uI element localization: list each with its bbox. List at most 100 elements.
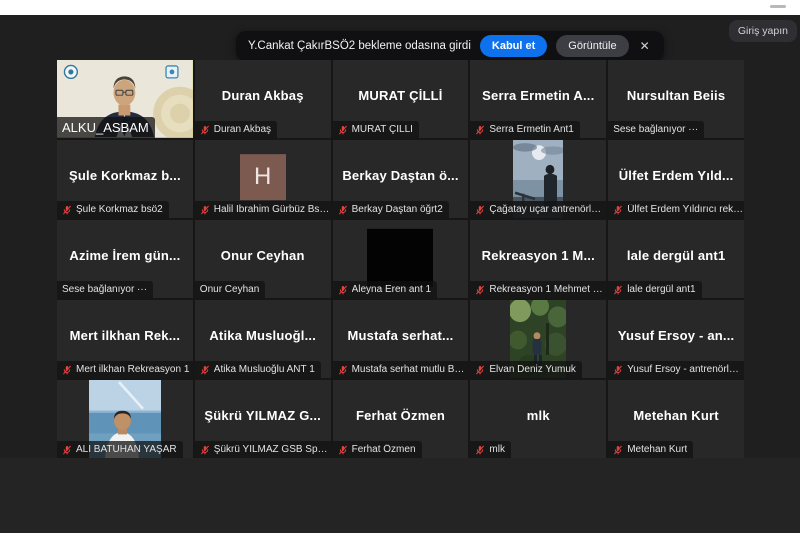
participant-label-text: Atika Musluoğlu ANT 1 [213, 364, 315, 375]
participant-tile[interactable]: Ferhat Özmen Ferhat Özmen [332, 380, 469, 458]
participant-tile[interactable]: Metehan Kurt Metehan Kurt [608, 380, 744, 458]
participant-label-text: ALİ BATUHAN YAŞAR [76, 444, 177, 455]
participant-label: Mert ilkhan Rekreasyon 1 [57, 361, 193, 378]
participant-tile[interactable]: Çağatay uçar antrenörlük 1. [470, 140, 607, 218]
participant-tile[interactable]: Aleyna Eren ant 1 [332, 220, 469, 298]
muted-mic-icon [200, 125, 210, 135]
participant-label-text: Elvan Deniz Yumuk [489, 364, 576, 375]
muted-mic-icon [338, 365, 348, 375]
participant-label: Ülfet Erdem Yıldırıcı rekrea... [608, 201, 744, 218]
participant-tile[interactable]: Rekreasyon 1 M... Rekreasyon 1 Mehmet Emi… [470, 220, 607, 298]
participant-label: MURAT ÇİLLİ [332, 121, 419, 138]
participant-tile[interactable]: Mustafa serhat... Mustafa serhat mutlu BS… [332, 300, 469, 378]
participant-tile[interactable]: Serra Ermetin A... Serra Ermetin Ant1 [470, 60, 607, 138]
participant-label: Serra Ermetin Ant1 [470, 121, 580, 138]
participant-label-text: Mert ilkhan Rekreasyon 1 [76, 364, 190, 375]
avatar: H [239, 154, 286, 201]
muted-mic-icon [475, 445, 485, 455]
participant-tile[interactable]: ALKU_ASBAM [57, 60, 193, 138]
participant-label: Şükrü YILMAZ GSB Spor Eğ... [194, 441, 331, 458]
participant-label: Yusuf Ersoy - antrenörlük 1 [608, 361, 744, 378]
participant-label-text: Şükrü YILMAZ GSB Spor Eğ... [213, 444, 330, 455]
muted-mic-icon [200, 445, 210, 455]
zoom-meeting-window: Giriş yapın Y.Cankat ÇakırBSÖ2 bekleme o… [0, 0, 800, 533]
participant-tile[interactable]: Azime İrem gün... Sese bağlanıyor ··· [57, 220, 193, 298]
view-button[interactable]: Görüntüle [556, 35, 629, 57]
participant-label-text: Yusuf Ersoy - antrenörlük 1 [627, 364, 744, 375]
sign-in-button[interactable]: Giriş yapın [728, 20, 797, 42]
bottom-background-band [0, 458, 800, 533]
participant-label: Sese bağlanıyor ··· [57, 281, 154, 298]
muted-mic-icon [62, 205, 72, 215]
browser-top-strip [0, 0, 800, 15]
participant-label: Şule Korkmaz bsö2 [57, 201, 169, 218]
participant-label-text: Sese bağlanıyor ··· [613, 124, 699, 135]
participant-label: Metehan Kurt [608, 441, 694, 458]
participant-label-text: Sese bağlanıyor ··· [62, 284, 148, 295]
participant-tile[interactable]: Şule Korkmaz b... Şule Korkmaz bsö2 [57, 140, 193, 218]
participant-tile[interactable]: Berkay Daştan ö... Berkay Daştan öğrt2 [332, 140, 469, 218]
participant-label-text: Çağatay uçar antrenörlük 1. [489, 204, 606, 215]
participant-label: Halil İbrahim Gürbüz Bsö2 ... [194, 201, 331, 218]
participant-label: Aleyna Eren ant 1 [332, 281, 438, 298]
participant-tile[interactable]: Duran Akbaş Duran Akbaş [194, 60, 331, 138]
participant-label-text: Ülfet Erdem Yıldırıcı rekrea... [627, 204, 744, 215]
participant-label-text: Serra Ermetin Ant1 [489, 124, 574, 135]
participant-tile[interactable]: Atika Musluoğl... Atika Musluoğlu ANT 1 [194, 300, 331, 378]
muted-mic-icon [613, 285, 623, 295]
participant-label: Çağatay uçar antrenörlük 1. [470, 201, 607, 218]
muted-mic-icon [200, 365, 210, 375]
participant-label: ALKU_ASBAM [57, 117, 155, 138]
muted-mic-icon [613, 205, 623, 215]
participant-label-text: ALKU_ASBAM [62, 120, 149, 135]
participant-label-text: Aleyna Eren ant 1 [351, 284, 432, 295]
participant-tile[interactable]: Nursultan Beiis Sese bağlanıyor ··· [608, 60, 744, 138]
muted-mic-icon [475, 205, 485, 215]
participant-tile[interactable]: H Halil İbrahim Gürbüz Bsö2 ... [194, 140, 331, 218]
muted-mic-icon [475, 125, 485, 135]
participant-label-text: Şule Korkmaz bsö2 [76, 204, 163, 215]
participant-label: Berkay Daştan öğrt2 [332, 201, 449, 218]
participant-tile[interactable]: mlk mlk [470, 380, 607, 458]
participant-label: Onur Ceyhan [194, 281, 266, 298]
participant-label: Elvan Deniz Yumuk [470, 361, 582, 378]
participant-tile[interactable]: Şükrü YILMAZ G...Şükrü YILMAZ GSB Spor E… [194, 380, 331, 458]
participant-tile[interactable]: lale dergül ant1 lale dergül ant1 [608, 220, 744, 298]
participant-tile[interactable]: Yusuf Ersoy - an... Yusuf Ersoy - antrenö… [608, 300, 744, 378]
participant-label: Sese bağlanıyor ··· [608, 121, 705, 138]
participant-label-text: Mustafa serhat mutlu BSÖ 2 [351, 364, 468, 375]
participant-label-text: mlk [489, 444, 505, 455]
waiting-room-toast: Y.Cankat ÇakırBSÖ2 bekleme odasına girdi… [236, 31, 664, 61]
accept-button[interactable]: Kabul et [479, 35, 548, 57]
toast-close-icon[interactable]: ✕ [638, 39, 652, 53]
participant-tile[interactable]: ALİ BATUHAN YAŞAR [57, 380, 193, 458]
browser-minimize-dash [770, 5, 786, 8]
participant-label-text: Ferhat Özmen [351, 444, 416, 455]
muted-mic-icon [338, 205, 348, 215]
participants-grid: ALKU_ASBAM Duran Akbaş Duran Akbaş MURAT Çİ… [57, 60, 744, 458]
muted-mic-icon [338, 445, 348, 455]
participant-tile[interactable]: Onur Ceyhan Onur Ceyhan [194, 220, 331, 298]
participant-tile[interactable]: MURAT ÇİLLİ MURAT ÇİLLİ [332, 60, 469, 138]
muted-mic-icon [62, 365, 72, 375]
participant-label: Ferhat Özmen [332, 441, 422, 458]
muted-mic-icon [200, 205, 210, 215]
participant-label: lale dergül ant1 [608, 281, 702, 298]
black-video-feed [367, 228, 434, 287]
participant-label: ALİ BATUHAN YAŞAR [57, 441, 183, 458]
muted-mic-icon [338, 125, 348, 135]
participant-label: Rekreasyon 1 Mehmet Emi... [470, 281, 607, 298]
muted-mic-icon [613, 365, 623, 375]
participant-tile[interactable]: Elvan Deniz Yumuk [470, 300, 607, 378]
participant-label-text: Berkay Daştan öğrt2 [351, 204, 443, 215]
participant-label: mlk [470, 441, 511, 458]
participant-label-text: lale dergül ant1 [627, 284, 696, 295]
participant-label-text: MURAT ÇİLLİ [351, 124, 413, 135]
participant-tile[interactable]: Ülfet Erdem Yıld... Ülfet Erdem Yıldırıcı… [608, 140, 744, 218]
participant-label: Duran Akbaş [194, 121, 278, 138]
participant-tile[interactable]: Mert ilkhan Rek... Mert ilkhan Rekreasyon… [57, 300, 193, 378]
participant-label-text: Metehan Kurt [627, 444, 688, 455]
participant-label: Atika Musluoğlu ANT 1 [194, 361, 321, 378]
muted-mic-icon [475, 365, 485, 375]
participant-label-text: Duran Akbaş [213, 124, 272, 135]
